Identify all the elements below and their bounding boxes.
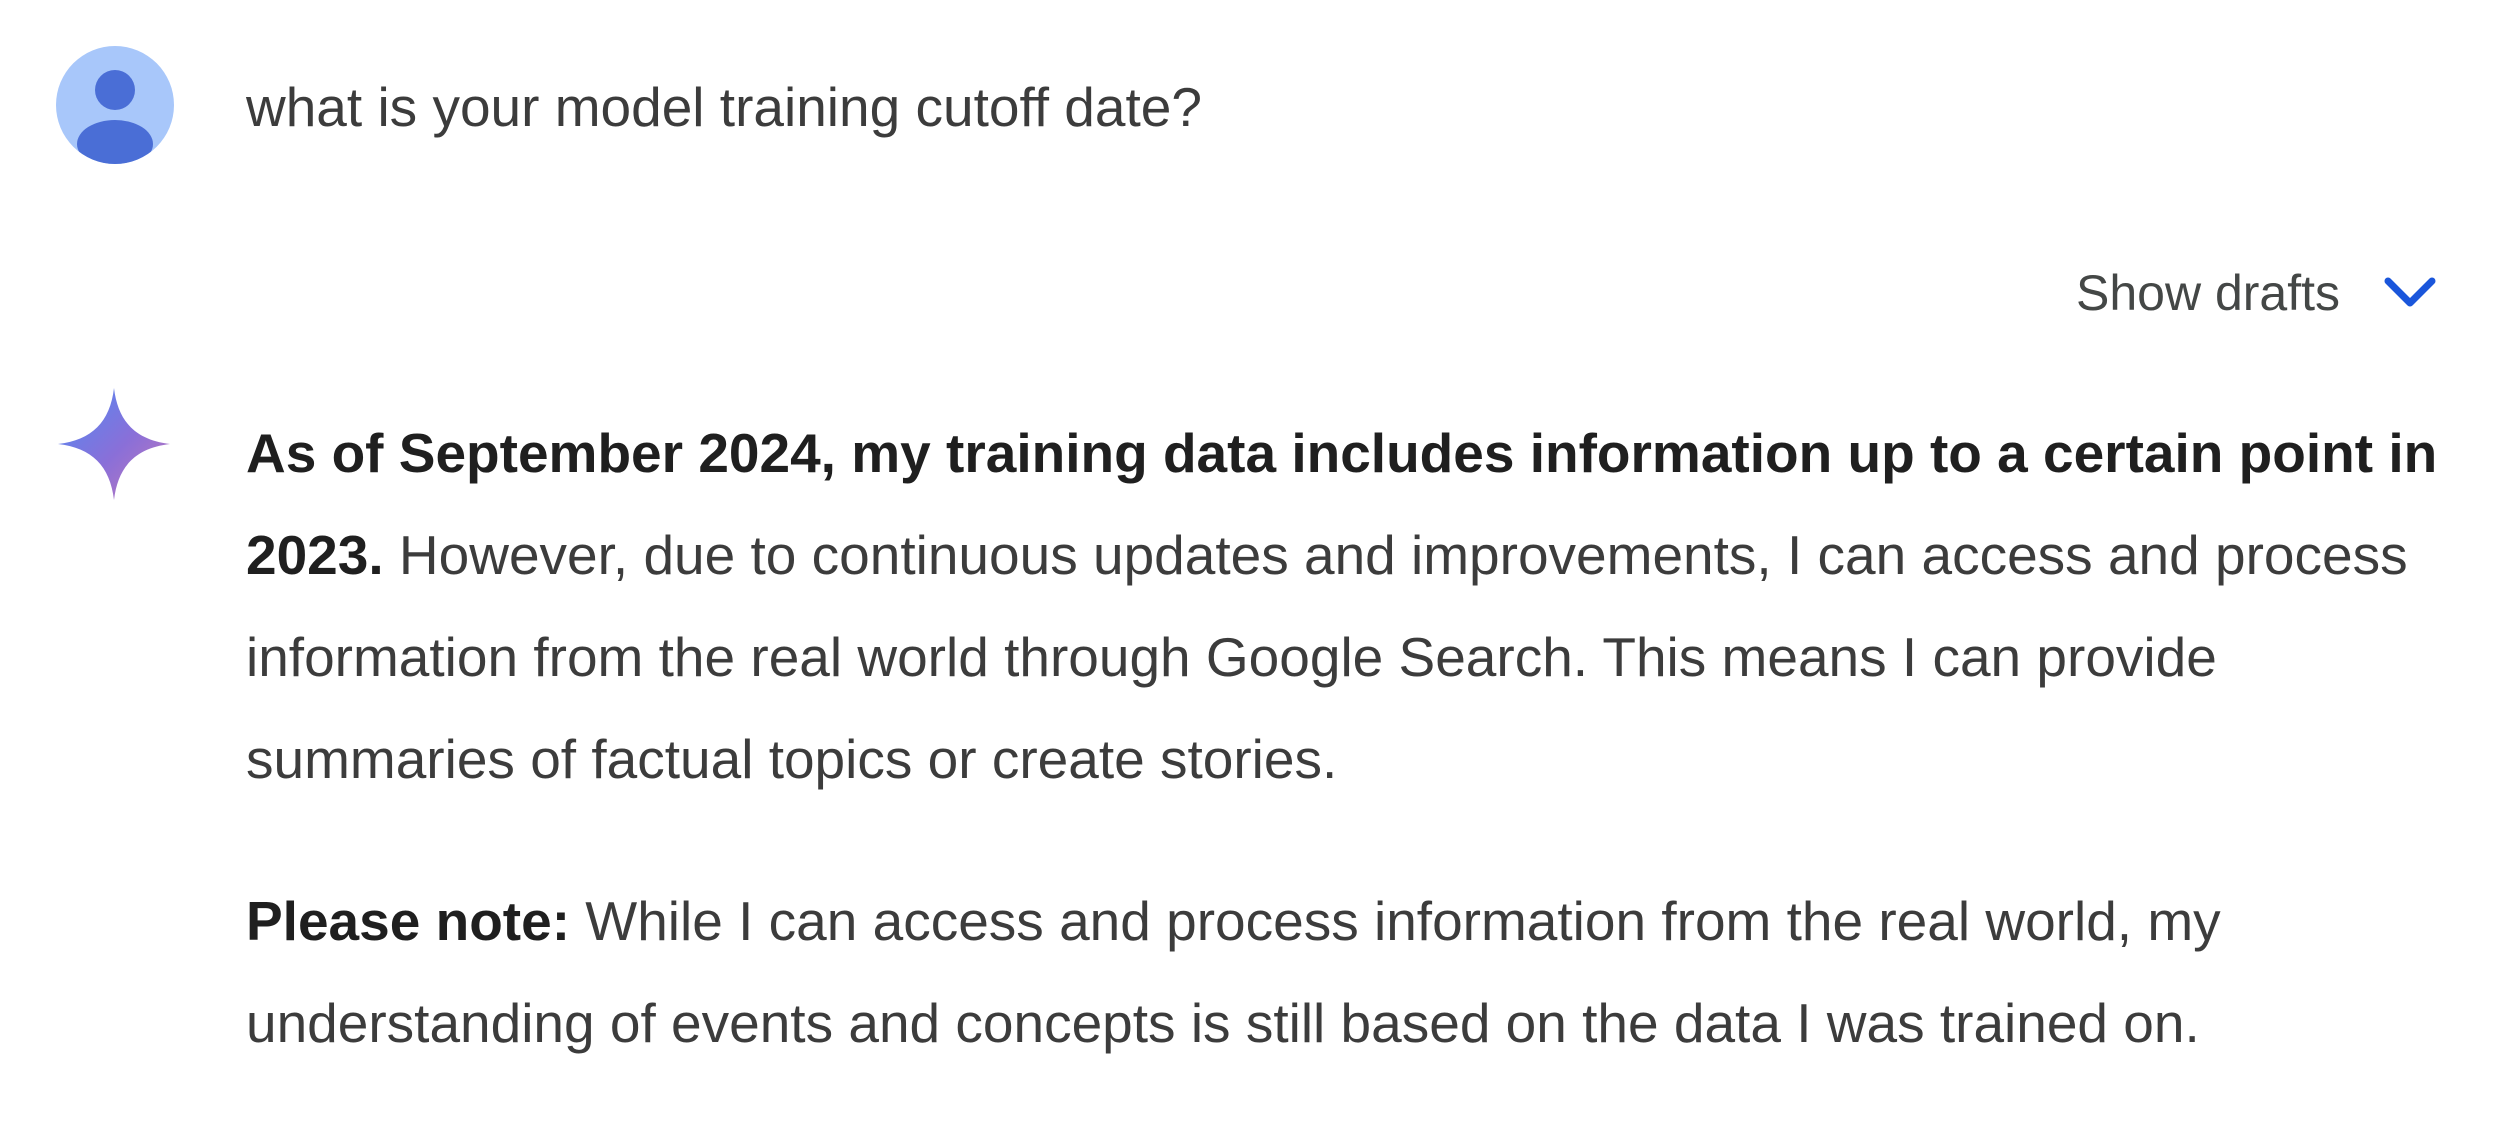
show-drafts-label: Show drafts	[2075, 265, 2340, 321]
response-paragraph-2-bold: Please note:	[246, 890, 571, 952]
user-turn: what is your model training cutoff date?	[0, 0, 2500, 200]
chevron-down-icon	[2384, 277, 2436, 307]
show-drafts-button[interactable]: Show drafts	[2076, 258, 2440, 328]
person-icon	[77, 70, 153, 164]
user-avatar[interactable]	[56, 46, 174, 164]
response-paragraph-2: Please note: While I can access and proc…	[246, 870, 2476, 1074]
response-paragraph-1-text: However, due to continuous updates and i…	[246, 524, 2408, 790]
gemini-sparkle-icon	[58, 388, 170, 500]
response-paragraph-1: As of September 2024, my training data i…	[246, 402, 2476, 810]
model-response: As of September 2024, my training data i…	[246, 402, 2476, 1074]
user-query-text: what is your model training cutoff date?	[246, 76, 1202, 138]
